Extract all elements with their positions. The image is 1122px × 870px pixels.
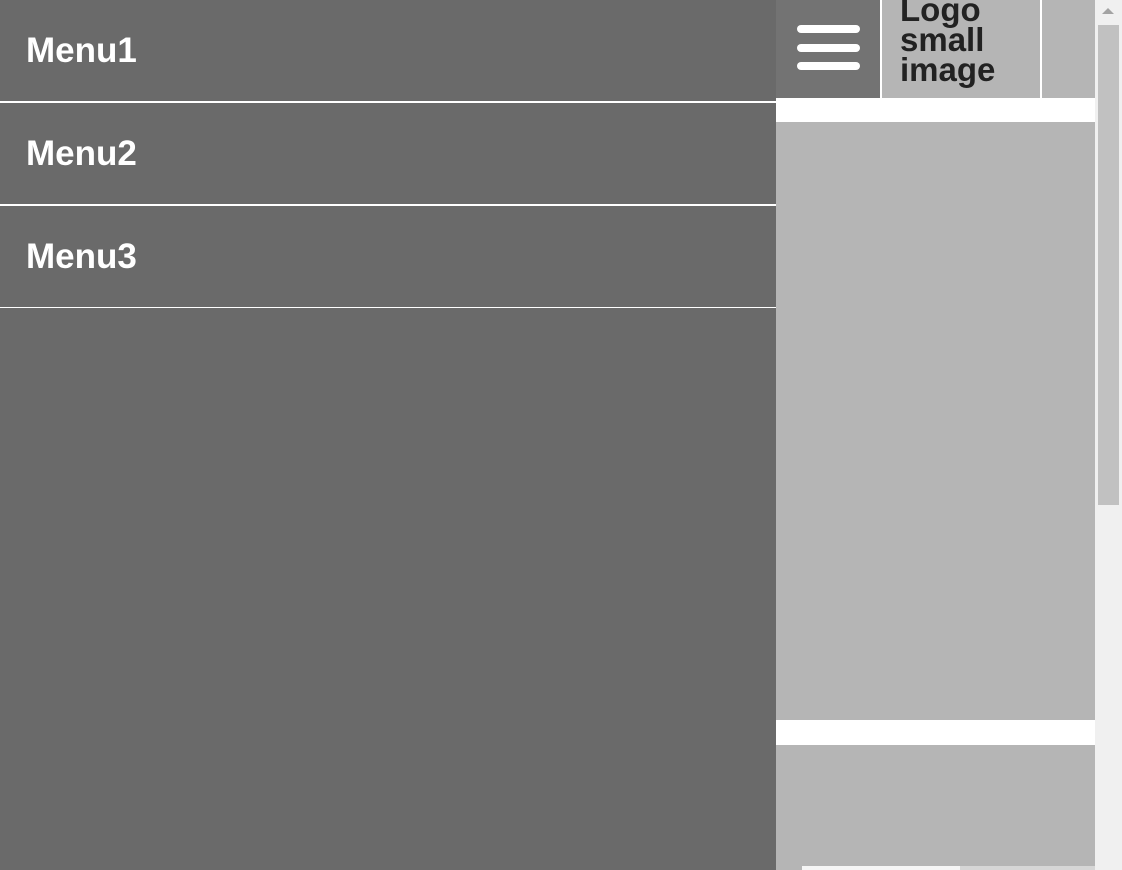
content-block <box>776 745 1095 870</box>
content-strip <box>960 866 1095 870</box>
scroll-up-arrow-icon[interactable] <box>1102 8 1114 14</box>
scrollbar-thumb[interactable] <box>1098 25 1119 505</box>
hamburger-icon-bar <box>797 62 860 70</box>
hamburger-menu-button[interactable] <box>776 0 880 98</box>
menu-item-1[interactable]: Menu1 <box>0 0 776 103</box>
menu-item-3[interactable]: Menu3 <box>0 206 776 308</box>
side-menu: Menu1 Menu2 Menu3 <box>0 0 776 870</box>
logo-text-3: image <box>900 51 996 88</box>
hamburger-icon <box>797 25 860 33</box>
content-block <box>776 122 1095 720</box>
content-strip <box>802 866 960 870</box>
logo[interactable]: Logo small image <box>882 0 1040 98</box>
hamburger-icon-bar <box>797 44 860 52</box>
header-right-area <box>1042 0 1095 98</box>
menu-item-2[interactable]: Menu2 <box>0 103 776 206</box>
